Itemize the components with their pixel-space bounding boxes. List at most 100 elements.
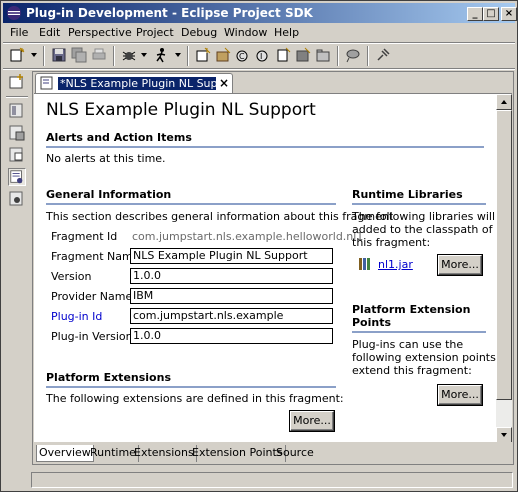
fragment-id-label: Fragment Id — [51, 230, 118, 243]
menu-edit[interactable]: Edit — [39, 26, 60, 39]
general-info-description: This section describes general informati… — [46, 210, 394, 223]
run-icon[interactable] — [153, 47, 169, 63]
menu-file[interactable]: File — [10, 26, 28, 39]
general-info-underline — [46, 203, 336, 205]
fragment-id-value: com.jumpstart.nls.example.helloworld.nl1 — [132, 230, 364, 243]
scroll-down-arrow-icon[interactable] — [496, 427, 512, 442]
toolbar-separator — [367, 46, 369, 66]
editor-page-tabs: Overview Runtime Extensions Extension Po… — [34, 445, 512, 463]
extension-points-underline — [352, 331, 486, 333]
scrollbar-thumb[interactable] — [496, 110, 512, 400]
extension-points-description-line-3: extend this fragment: — [352, 364, 472, 377]
main-toolbar: C I — [3, 44, 515, 68]
runtime-description-line-1: The following libraries will be — [352, 210, 512, 223]
extension-points-description-line-2: following extension points to — [352, 351, 511, 364]
menu-project[interactable]: Project — [136, 26, 174, 39]
provider-name-label: Provider Name — [51, 290, 133, 303]
plugin-id-field[interactable]: com.jumpstart.nls.example — [130, 308, 333, 324]
menu-debug[interactable]: Debug — [181, 26, 217, 39]
new-wizard-icon[interactable] — [9, 47, 25, 63]
runtime-more-button[interactable]: More... — [437, 254, 483, 276]
window-title: Plug-in Development - Eclipse Project SD… — [26, 6, 313, 20]
extension-points-description-line-1: Plug-ins can use the — [352, 338, 464, 351]
toolbar-separator — [337, 46, 339, 66]
new-dropdown-arrow-icon[interactable] — [31, 53, 37, 57]
new-package-icon[interactable] — [215, 47, 231, 63]
plugin-version-label: Plug-in Version — [51, 330, 133, 343]
provider-name-field[interactable]: IBM — [130, 288, 333, 304]
hierarchy-perspective-icon[interactable] — [8, 146, 26, 164]
new-interface-icon[interactable]: I — [255, 47, 271, 63]
platform-extensions-heading: Platform Extensions — [46, 371, 171, 384]
debug-icon[interactable] — [121, 47, 137, 63]
platform-extensions-underline — [46, 386, 336, 388]
toolbar-separator — [187, 46, 189, 66]
extension-points-heading-line-2: Points — [352, 316, 392, 329]
editor-tab-label: *NLS Example Plugin NL Support — [58, 77, 216, 90]
resource-perspective-icon[interactable] — [8, 124, 26, 142]
open-type-icon[interactable] — [295, 47, 311, 63]
plugin-perspective-icon[interactable] — [8, 168, 26, 186]
tab-extension-points[interactable]: Extension Points — [190, 445, 286, 462]
java-perspective-icon[interactable] — [8, 102, 26, 120]
new-project-icon[interactable] — [195, 47, 211, 63]
version-label: Version — [51, 270, 92, 283]
library-nl1-jar-link[interactable]: nl1.jar — [378, 258, 413, 271]
extension-points-heading-line-1: Platform Extension — [352, 303, 471, 316]
toolbar-separator — [113, 46, 115, 66]
svg-text:I: I — [260, 52, 262, 61]
editor-tab[interactable]: *NLS Example Plugin NL Support × — [35, 73, 233, 93]
jar-library-icon — [359, 258, 370, 270]
overview-page: NLS Example Plugin NL Support Alerts and… — [34, 93, 512, 442]
run-dropdown-arrow-icon[interactable] — [175, 53, 181, 57]
close-button[interactable]: × — [501, 7, 517, 21]
minimize-button[interactable]: _ — [467, 7, 483, 21]
menu-help[interactable]: Help — [274, 26, 299, 39]
runtime-description-line-3: this fragment: — [352, 236, 431, 249]
page-title: NLS Example Plugin NL Support — [46, 100, 316, 120]
scroll-up-arrow-icon[interactable] — [496, 94, 512, 110]
extensions-more-button[interactable]: More... — [289, 410, 335, 432]
eclipse-logo-icon — [7, 6, 21, 20]
open-resource-icon[interactable] — [315, 47, 331, 63]
menu-bar: File Edit Perspective Project Debug Wind… — [3, 24, 515, 42]
status-field — [31, 472, 513, 488]
perspective-bar — [3, 69, 31, 469]
title-bar[interactable]: Plug-in Development - Eclipse Project SD… — [3, 3, 517, 23]
general-info-heading: General Information — [46, 188, 172, 201]
save-icon[interactable] — [51, 47, 67, 63]
plugin-id-link[interactable]: Plug-in Id — [51, 310, 102, 323]
toolbar-separator-line — [3, 68, 515, 70]
maximize-button[interactable]: □ — [483, 7, 499, 21]
new-class-icon[interactable]: C — [235, 47, 251, 63]
debug-perspective-icon[interactable] — [8, 190, 26, 208]
toolbar-separator — [43, 46, 45, 66]
pin-icon[interactable] — [375, 47, 391, 63]
tab-extensions[interactable]: Extensions — [132, 445, 197, 462]
fragment-name-field[interactable]: NLS Example Plugin NL Support — [130, 248, 333, 264]
plugin-manifest-editor: *NLS Example Plugin NL Support × NLS Exa… — [32, 71, 514, 465]
menu-perspective[interactable]: Perspective — [68, 26, 132, 39]
vertical-scrollbar[interactable] — [496, 94, 512, 442]
fragment-name-label: Fragment Name — [51, 250, 140, 263]
new-file-icon[interactable] — [275, 47, 291, 63]
runtime-libraries-underline — [352, 203, 486, 205]
platform-extensions-description: The following extensions are defined in … — [46, 392, 344, 405]
alerts-text: No alerts at this time. — [46, 152, 166, 165]
menu-window[interactable]: Window — [224, 26, 267, 39]
open-perspective-icon[interactable] — [8, 73, 26, 91]
debug-dropdown-arrow-icon[interactable] — [141, 53, 147, 57]
close-tab-icon[interactable]: × — [219, 76, 229, 90]
extension-points-more-button[interactable]: More... — [437, 384, 483, 406]
search-icon[interactable] — [345, 47, 361, 63]
save-all-icon[interactable] — [71, 47, 87, 63]
manifest-file-icon — [40, 76, 53, 90]
alerts-underline — [46, 146, 484, 148]
tab-overview[interactable]: Overview — [36, 445, 94, 462]
plugin-version-field[interactable]: 1.0.0 — [130, 328, 333, 344]
print-icon[interactable] — [91, 47, 107, 63]
tab-source[interactable]: Source — [274, 445, 316, 462]
runtime-description-line-2: added to the classpath of — [352, 223, 493, 236]
status-bar — [3, 470, 515, 490]
version-field[interactable]: 1.0.0 — [130, 268, 333, 284]
